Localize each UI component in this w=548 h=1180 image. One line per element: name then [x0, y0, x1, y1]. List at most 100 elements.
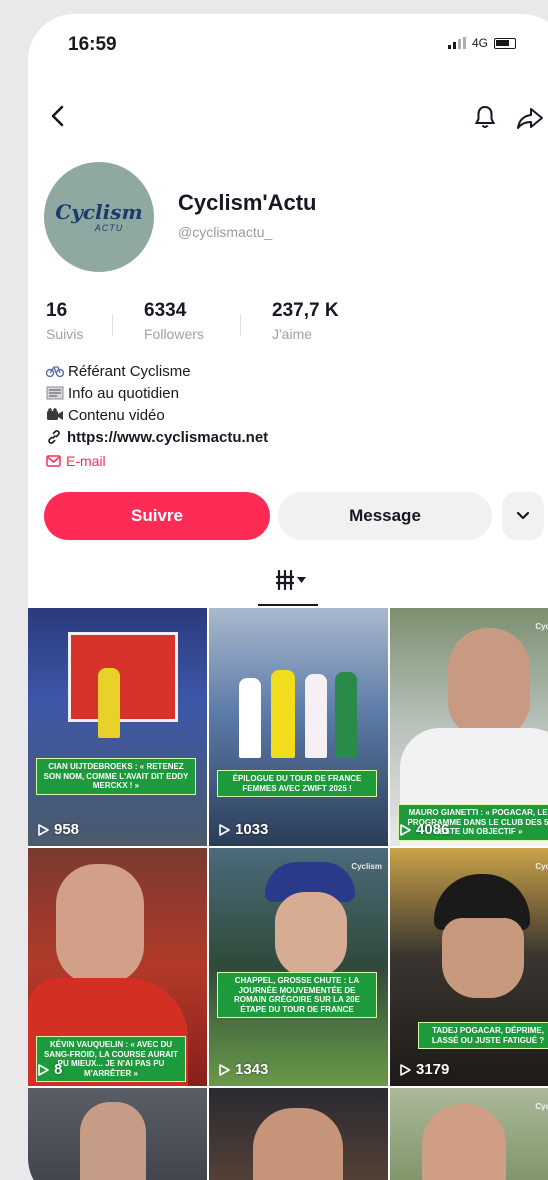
video-tile[interactable]: Cyclism Chappel, grosse chute : la journ…	[209, 848, 388, 1086]
bio: Référant Cyclisme Info au quotidien Cont…	[46, 360, 506, 472]
stat-likes[interactable]: 237,7 K J'aime	[272, 300, 339, 342]
caret-down-icon	[297, 577, 306, 583]
watermark: Cyclism	[351, 862, 382, 871]
view-count: 1033	[235, 821, 269, 838]
follow-button[interactable]: Suivre	[44, 492, 270, 540]
play-icon	[219, 1063, 230, 1076]
video-tile[interactable]	[209, 1088, 388, 1180]
video-caption: Chappel, grosse chute : la journée mouve…	[217, 972, 377, 1019]
email-link[interactable]: E-mail	[46, 450, 506, 472]
person-face	[253, 1108, 343, 1180]
video-tile[interactable]: Cyclism	[390, 1088, 548, 1180]
play-icon	[400, 1063, 411, 1076]
signal-icon	[448, 37, 466, 49]
share-icon[interactable]	[516, 106, 544, 130]
stat-label: Followers	[144, 326, 204, 342]
rider-figure	[271, 670, 295, 758]
tab-videos[interactable]	[276, 570, 306, 590]
view-count: 8	[54, 1061, 63, 1078]
bio-text: Contenu vidéo	[68, 406, 165, 424]
person-face	[56, 864, 144, 984]
stat-following[interactable]: 16 Suivis	[46, 300, 83, 342]
rider-figure	[335, 672, 357, 758]
podium-board	[68, 632, 178, 722]
status-time: 16:59	[68, 34, 117, 55]
avatar[interactable]: Cyclism ACTU	[44, 162, 154, 272]
mail-icon	[46, 455, 61, 467]
rider-figure	[239, 678, 261, 758]
video-camera-icon	[46, 408, 64, 423]
stat-value: 6334	[144, 300, 187, 321]
play-count: 4086	[398, 821, 449, 838]
play-icon	[219, 823, 230, 836]
view-count: 3179	[416, 1061, 450, 1078]
watermark: Cyclism	[535, 862, 548, 871]
stat-followers[interactable]: 6334 Followers	[144, 300, 204, 342]
person-face	[448, 628, 530, 738]
bio-line: Info au quotidien	[46, 382, 506, 404]
bio-text: Référant Cyclisme	[68, 362, 191, 380]
person-face	[80, 1102, 146, 1180]
email-text: E-mail	[66, 453, 106, 469]
video-caption: Cian Uijtdebroeks : « Retenez son nom, c…	[36, 758, 196, 795]
person-face	[422, 1104, 506, 1180]
stat-label: J'aime	[272, 326, 313, 342]
divider	[240, 314, 241, 336]
bio-line: Contenu vidéo	[46, 404, 506, 426]
display-name: Cyclism'Actu	[178, 190, 317, 215]
play-count: 958	[36, 821, 79, 838]
play-count: 8	[36, 1061, 62, 1078]
divider	[112, 314, 113, 336]
bio-line: Référant Cyclisme	[46, 360, 506, 382]
stat-value: 237,7 K	[272, 300, 339, 321]
handle: @cyclismactu_	[178, 224, 273, 240]
play-count: 1343	[217, 1061, 268, 1078]
bio-link[interactable]: https://www.cyclismactu.net	[46, 426, 506, 448]
bio-text: Info au quotidien	[68, 384, 179, 402]
battery-icon	[494, 37, 517, 49]
view-count: 4086	[416, 821, 450, 838]
message-button[interactable]: Message	[278, 492, 492, 540]
status-bar: 16:59 4G	[28, 14, 548, 74]
video-tile[interactable]: Cyclism Tadej Pogacar, déprime, lassé ou…	[390, 848, 548, 1086]
video-caption: Tadej Pogacar, déprime, lassé ou juste f…	[418, 1022, 548, 1050]
play-icon	[400, 823, 411, 836]
video-tile[interactable]: Kévin Vauquelin : « Avec du sang-froid, …	[28, 848, 207, 1086]
play-count: 1033	[217, 821, 268, 838]
tab-indicator	[258, 604, 318, 606]
person-face	[442, 918, 524, 998]
profile-screen: 16:59 4G Cyclism ACTU Cyclism'Actu @cycl…	[28, 14, 548, 1180]
play-count: 3179	[398, 1061, 449, 1078]
video-tile[interactable]: Cyclism Mauro Gianetti : « Pogacar, le p…	[390, 608, 548, 846]
avatar-brand: Cyclism	[55, 199, 143, 224]
watermark: Cyclism	[535, 622, 548, 631]
phone-frame: 16:59 4G Cyclism ACTU Cyclism'Actu @cycl…	[0, 0, 548, 1180]
newspaper-icon	[46, 386, 64, 401]
play-icon	[38, 823, 49, 836]
chevron-down-icon	[516, 511, 530, 520]
rider-figure	[305, 674, 327, 758]
avatar-sub: ACTU	[94, 222, 124, 233]
video-caption: Épilogue du Tour de France Femmes avec Z…	[217, 770, 377, 798]
bio-link-text: https://www.cyclismactu.net	[67, 428, 269, 446]
video-thumbnail	[209, 608, 388, 846]
status-indicators: 4G	[448, 36, 517, 50]
bell-icon[interactable]	[472, 104, 498, 130]
play-icon	[38, 1063, 49, 1076]
network-label: 4G	[472, 36, 489, 50]
link-icon	[48, 430, 60, 444]
video-tile[interactable]: Cian Uijtdebroeks : « Retenez son nom, c…	[28, 608, 207, 846]
video-grid: Cian Uijtdebroeks : « Retenez son nom, c…	[28, 608, 548, 1180]
more-options-button[interactable]	[502, 492, 544, 540]
video-tile[interactable]	[28, 1088, 207, 1180]
bicycle-icon	[46, 364, 64, 379]
person-face	[275, 892, 347, 978]
grid-icon	[276, 570, 294, 590]
video-tile[interactable]: Épilogue du Tour de France Femmes avec Z…	[209, 608, 388, 846]
stat-label: Suivis	[46, 326, 84, 342]
back-icon[interactable]	[44, 102, 72, 130]
rider-figure	[98, 668, 120, 738]
watermark: Cyclism	[535, 1102, 548, 1111]
stat-value: 16	[46, 300, 68, 321]
view-count: 958	[54, 821, 80, 838]
